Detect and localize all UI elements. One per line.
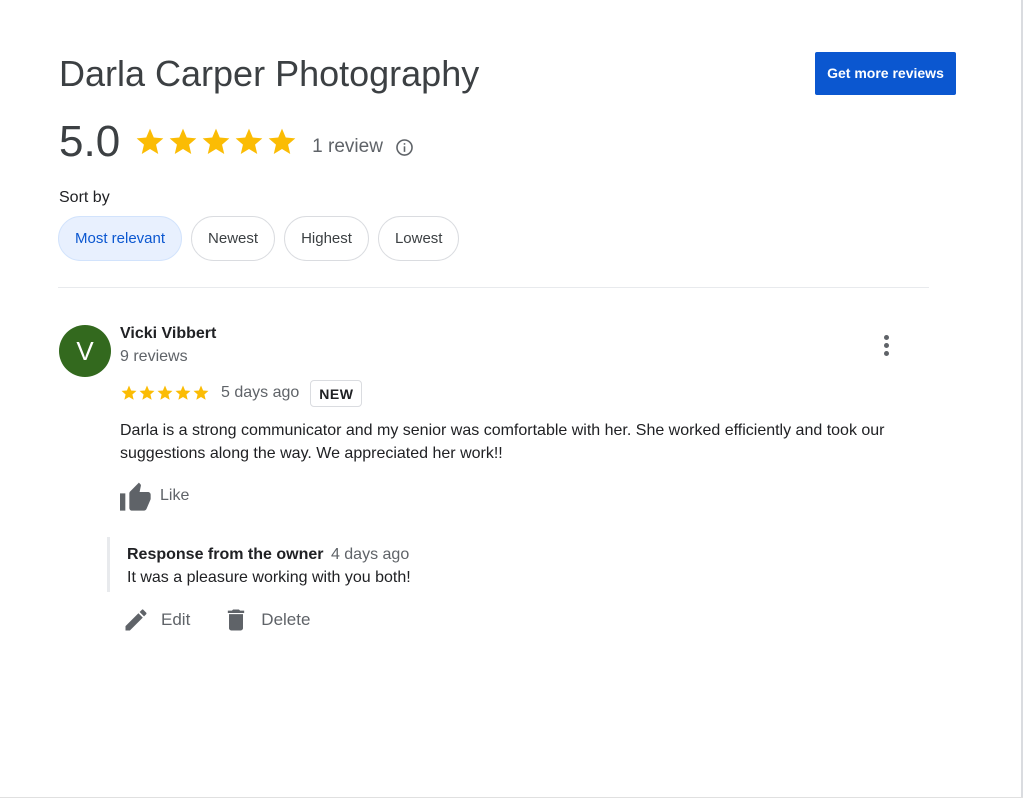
avatar[interactable]: V <box>59 325 111 377</box>
review-stars <box>120 384 210 402</box>
delete-button[interactable]: Delete <box>222 606 310 634</box>
owner-response-date: 4 days ago <box>330 546 410 563</box>
review-count: 1 review <box>312 136 383 157</box>
delete-label: Delete <box>261 610 311 629</box>
star-icon <box>268 128 296 154</box>
star-icon <box>169 128 197 154</box>
get-more-reviews-button[interactable]: Get more reviews <box>815 52 956 95</box>
review-date: 5 days ago <box>221 384 300 401</box>
sort-chip-most-relevant[interactable]: Most relevant <box>58 216 183 261</box>
review-text: Darla is a strong communicator and my se… <box>120 422 885 462</box>
reviewer-name[interactable]: Vicki Vibbert <box>120 325 216 343</box>
star-icon <box>193 385 209 400</box>
rating-score: 5.0 <box>59 117 121 166</box>
star-icon <box>139 385 155 400</box>
like-label: Like <box>160 487 190 504</box>
star-icon <box>136 128 164 154</box>
pencil-icon <box>125 609 147 631</box>
response-actions: Edit Delete <box>122 606 310 634</box>
new-badge: NEW <box>310 379 363 407</box>
star-icon <box>175 385 191 400</box>
sort-chip-lowest[interactable]: Lowest <box>377 216 460 261</box>
reviewer-review-count: 9 reviews <box>120 348 188 365</box>
sort-chip-newest[interactable]: Newest <box>191 216 276 261</box>
edit-label: Edit <box>161 610 191 629</box>
review-meta: 5 days ago NEW <box>120 378 363 408</box>
like-button[interactable]: Like <box>120 481 189 511</box>
rating-stars <box>134 126 299 158</box>
star-icon <box>235 128 263 154</box>
kebab-dot <box>883 334 889 340</box>
trash-icon <box>228 609 245 631</box>
edit-button[interactable]: Edit <box>122 606 190 634</box>
sort-options: Most relevant Newest Highest Lowest <box>58 216 460 261</box>
star-icon <box>121 385 137 400</box>
thumbs-up-icon <box>120 482 151 511</box>
star-icon <box>157 385 173 400</box>
owner-response-label: Response from the owner <box>127 546 324 563</box>
business-title: Darla Carper Photography <box>59 53 480 94</box>
info-icon[interactable] <box>395 138 414 157</box>
divider <box>58 287 929 288</box>
kebab-dot <box>883 342 889 348</box>
owner-response-header: Response from the owner 4 days ago <box>127 545 807 565</box>
owner-response-text: It was a pleasure working with you both! <box>127 569 411 586</box>
sort-label: Sort by <box>59 189 110 206</box>
rating-summary: 5.0 1 review <box>59 116 414 168</box>
owner-response: Response from the owner 4 days ago It wa… <box>107 537 807 592</box>
sort-chip-highest[interactable]: Highest <box>284 216 369 261</box>
more-options-icon[interactable] <box>873 331 899 359</box>
star-icon <box>202 128 230 154</box>
kebab-dot <box>883 350 889 356</box>
